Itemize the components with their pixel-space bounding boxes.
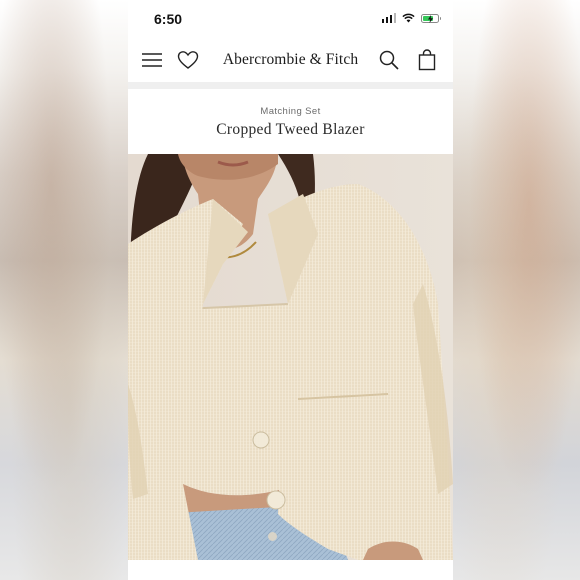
page-bottom [128,560,453,580]
blurred-background-left [0,0,128,580]
blurred-background-right [452,0,580,580]
status-bar: 6:50 [128,0,453,38]
product-title: Cropped Tweed Blazer [216,121,365,138]
status-icons [381,13,441,23]
status-time: 6:50 [154,11,183,27]
brand-logo[interactable]: Abercrombie & Fitch [128,51,453,69]
battery-icon [421,13,441,23]
phone-screen: 6:50 Abercrombie & Fitch Matching Set Cr… [128,0,453,580]
wifi-icon [402,13,415,23]
top-navigation-bar: Abercrombie & Fitch [128,38,453,82]
product-image[interactable] [128,154,453,560]
cellular-signal-icon [381,13,396,23]
product-header: Matching Set Cropped Tweed Blazer [128,89,453,154]
charging-bolt-icon [428,14,433,23]
section-divider [128,82,453,89]
product-eyebrow: Matching Set [260,106,321,117]
shopping-bag-icon[interactable] [415,48,439,72]
search-icon[interactable] [377,48,401,72]
